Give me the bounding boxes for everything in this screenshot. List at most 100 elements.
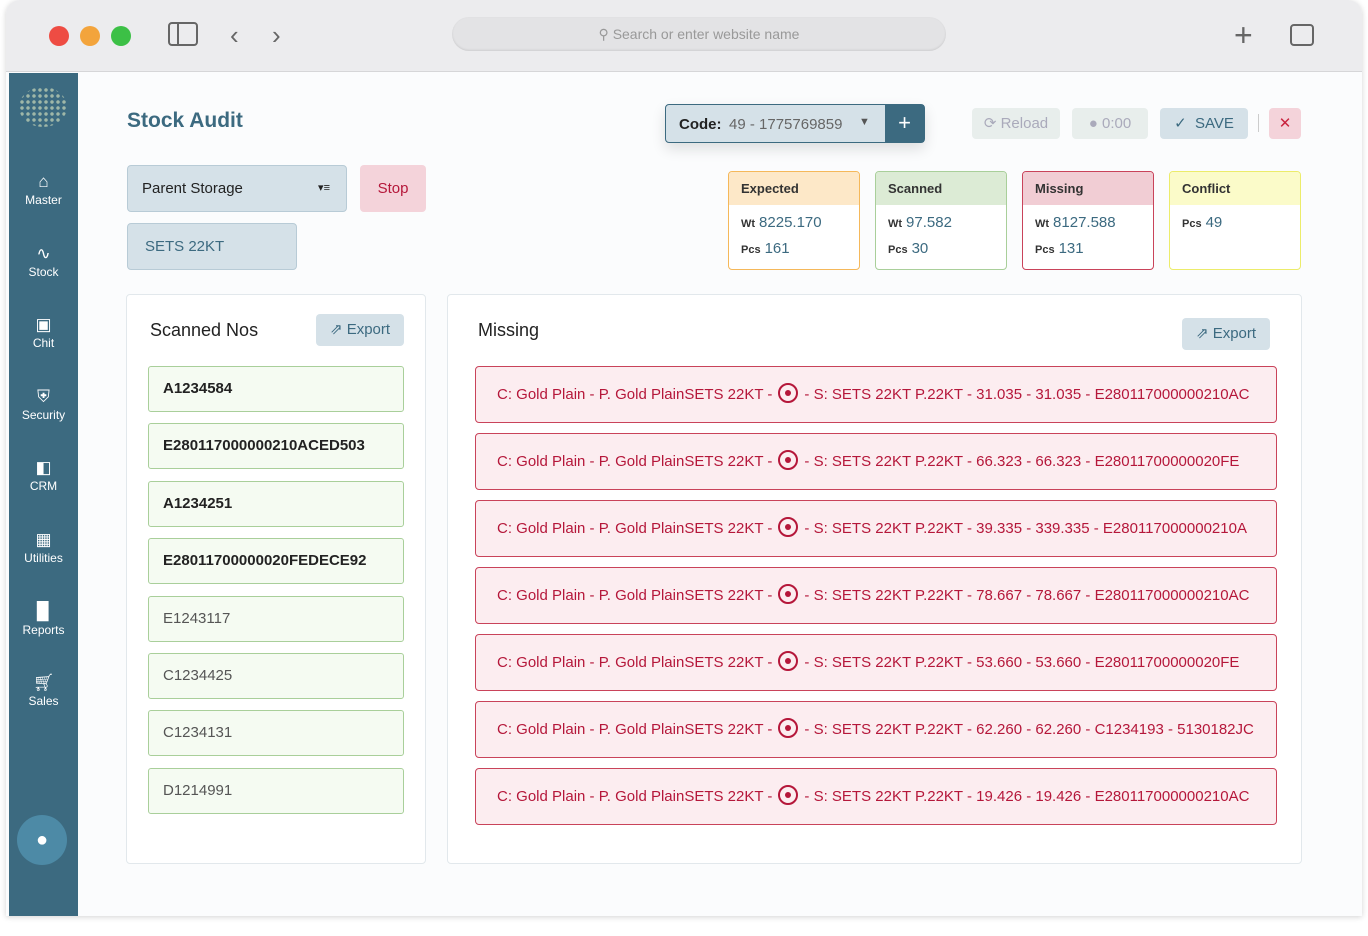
sidebar-item-sales[interactable]: 🛒︎ Sales bbox=[9, 672, 78, 708]
missing-item[interactable]: C: Gold Plain - P. Gold PlainSETS 22KT -… bbox=[475, 433, 1277, 490]
missing-item[interactable]: C: Gold Plain - P. Gold PlainSETS 22KT -… bbox=[475, 701, 1277, 758]
missing-item[interactable]: C: Gold Plain - P. Gold PlainSETS 22KT -… bbox=[475, 500, 1277, 557]
scanned-item-code: D1214991 bbox=[163, 781, 233, 799]
sidebar-item-label: Stock bbox=[28, 265, 59, 279]
export-scanned-button[interactable]: ⇗ Export bbox=[316, 314, 404, 346]
new-tab-icon[interactable]: + bbox=[1234, 19, 1253, 51]
bar-chart-icon: ▉ bbox=[36, 602, 51, 621]
scanned-item-code: A1234584 bbox=[163, 380, 233, 397]
wt-label: Wt bbox=[1035, 218, 1050, 230]
minimize-window-button[interactable] bbox=[80, 26, 100, 46]
card-title: Expected bbox=[729, 172, 859, 205]
add-code-button[interactable]: + bbox=[885, 105, 924, 142]
card-title: Scanned bbox=[876, 172, 1006, 205]
scanned-item[interactable]: E1243117 bbox=[148, 595, 404, 642]
close-window-button[interactable] bbox=[49, 26, 69, 46]
target-icon bbox=[778, 651, 799, 672]
close-button[interactable]: ✕ bbox=[1269, 108, 1301, 139]
stop-button[interactable]: Stop bbox=[360, 165, 426, 212]
missing-item[interactable]: C: Gold Plain - P. Gold PlainSETS 22KT -… bbox=[475, 634, 1277, 691]
lightbulb-button[interactable]: ● bbox=[17, 815, 67, 865]
sidebar: ⌂ Master ∿ Stock ▣ Chit ⛨ Security ◧ CRM ▦ Uti… bbox=[9, 73, 78, 916]
missing-item-suffix: - S: SETS 22KT P.22KT - 19.426 - 19.426 … bbox=[804, 788, 1250, 805]
stopwatch-icon: ● bbox=[1088, 115, 1103, 132]
missing-item-suffix: - S: SETS 22KT P.22KT - 53.660 - 53.660 … bbox=[804, 654, 1240, 671]
export-label: Export bbox=[1212, 325, 1257, 342]
missing-item-prefix: C: Gold Plain - P. Gold PlainSETS 22KT - bbox=[497, 386, 773, 403]
scanned-item-code: E280117000000210ACED503 bbox=[163, 437, 365, 455]
sidebar-item-reports[interactable]: ▉ Reports bbox=[9, 601, 78, 637]
sidebar-item-label: Chit bbox=[32, 336, 55, 350]
forward-icon[interactable]: › bbox=[272, 20, 281, 50]
sidebar-toggle-icon[interactable] bbox=[168, 22, 198, 46]
storage-chip[interactable]: SETS 22KT bbox=[127, 223, 297, 270]
scanned-item[interactable]: A1234584 bbox=[148, 366, 404, 412]
browser-toolbar: ‹ › ⚲ Search or enter website name + bbox=[6, 0, 1362, 72]
chit-icon: ▣ bbox=[35, 315, 52, 334]
export-missing-button[interactable]: ⇗ Export bbox=[1182, 318, 1270, 350]
target-icon bbox=[778, 450, 799, 471]
reload-button[interactable]: ⟳ Reload bbox=[972, 108, 1060, 139]
caret-down-icon: ▼ bbox=[859, 116, 870, 128]
pulse-icon: ∿ bbox=[36, 244, 51, 263]
missing-card: Missing Wt 8127.588 Pcs 131 bbox=[1022, 171, 1154, 270]
sidebar-item-crm[interactable]: ◧ CRM bbox=[9, 457, 78, 493]
missing-item-prefix: C: Gold Plain - P. Gold PlainSETS 22KT - bbox=[497, 587, 773, 604]
parent-storage-label: Parent Storage bbox=[142, 180, 243, 197]
target-icon bbox=[778, 718, 799, 739]
sidebar-item-label: Master bbox=[25, 193, 62, 207]
save-button[interactable]: ✓ SAVE bbox=[1160, 108, 1248, 139]
scanned-item[interactable]: C1234131 bbox=[148, 710, 404, 757]
scanned-item[interactable]: C1234425 bbox=[148, 653, 404, 699]
missing-item[interactable]: C: Gold Plain - P. Gold PlainSETS 22KT -… bbox=[475, 567, 1277, 624]
sidebar-item-master[interactable]: ⌂ Master bbox=[9, 171, 78, 207]
scanned-item[interactable]: E280117000000210ACED503 bbox=[148, 423, 404, 470]
sidebar-item-label: Reports bbox=[22, 623, 65, 637]
export-icon: ⇗ bbox=[1195, 325, 1213, 342]
scanned-item-code: C1234425 bbox=[163, 667, 233, 684]
timer-value: 0:00 bbox=[1102, 115, 1132, 132]
tabs-overview-icon[interactable] bbox=[1290, 24, 1314, 46]
pcs-value: 49 bbox=[1205, 214, 1223, 231]
target-icon bbox=[778, 785, 799, 806]
missing-item-suffix: - S: SETS 22KT P.22KT - 78.667 - 78.667 … bbox=[804, 587, 1250, 604]
scanned-item-code: C1234131 bbox=[163, 724, 233, 742]
scanned-item[interactable]: E28011700000020FEDECE92 bbox=[148, 538, 404, 585]
sidebar-item-utilities[interactable]: ▦ Utilities bbox=[9, 529, 78, 565]
maximize-window-button[interactable] bbox=[111, 26, 131, 46]
wt-label: Wt bbox=[741, 218, 756, 230]
missing-item-suffix: - S: SETS 22KT P.22KT - 31.035 - 31.035 … bbox=[804, 386, 1250, 403]
timer-button[interactable]: ● 0:00 bbox=[1072, 108, 1148, 139]
shield-icon: ⛨ bbox=[37, 387, 50, 406]
card-title: Missing bbox=[1023, 172, 1153, 205]
sidebar-item-label: Utilities bbox=[24, 551, 63, 565]
pcs-label: Pcs bbox=[888, 244, 908, 256]
sidebar-item-chit[interactable]: ▣ Chit bbox=[9, 314, 78, 350]
search-icon: ⚲ bbox=[598, 26, 613, 42]
sidebar-item-stock[interactable]: ∿ Stock bbox=[9, 243, 78, 279]
divider bbox=[1258, 114, 1259, 132]
save-label: SAVE bbox=[1195, 115, 1234, 132]
parent-storage-select[interactable]: Parent Storage ▾≡ bbox=[127, 165, 347, 212]
home-icon: ⌂ bbox=[38, 172, 49, 191]
reload-icon: ⟳ bbox=[983, 115, 1001, 132]
close-icon: ✕ bbox=[1278, 115, 1292, 132]
pcs-label: Pcs bbox=[741, 244, 761, 256]
missing-item-prefix: C: Gold Plain - P. Gold PlainSETS 22KT - bbox=[497, 520, 773, 537]
dropdown-list-icon: ▾≡ bbox=[318, 182, 330, 194]
scanned-item-code: E28011700000020FEDECE92 bbox=[163, 552, 367, 570]
scanned-item[interactable]: D1214991 bbox=[148, 767, 404, 814]
missing-item[interactable]: C: Gold Plain - P. Gold PlainSETS 22KT -… bbox=[475, 768, 1277, 825]
address-placeholder: Search or enter website name bbox=[612, 26, 800, 42]
scanned-panel-title: Scanned Nos bbox=[150, 320, 259, 340]
sidebar-item-label: Sales bbox=[28, 694, 59, 708]
crm-icon: ◧ bbox=[35, 458, 52, 477]
browser-window: ‹ › ⚲ Search or enter website name + ⌂ Ma… bbox=[6, 0, 1362, 916]
code-select[interactable]: Code: 49 - 1775769859 ▼ + bbox=[665, 104, 925, 143]
wt-value: 8127.588 bbox=[1053, 214, 1116, 231]
scanned-item[interactable]: A1234251 bbox=[148, 480, 404, 527]
back-icon[interactable]: ‹ bbox=[230, 20, 239, 50]
missing-item[interactable]: C: Gold Plain - P. Gold PlainSETS 22KT -… bbox=[475, 366, 1277, 423]
address-bar[interactable]: ⚲ Search or enter website name bbox=[452, 17, 946, 51]
sidebar-item-security[interactable]: ⛨ Security bbox=[9, 386, 78, 422]
